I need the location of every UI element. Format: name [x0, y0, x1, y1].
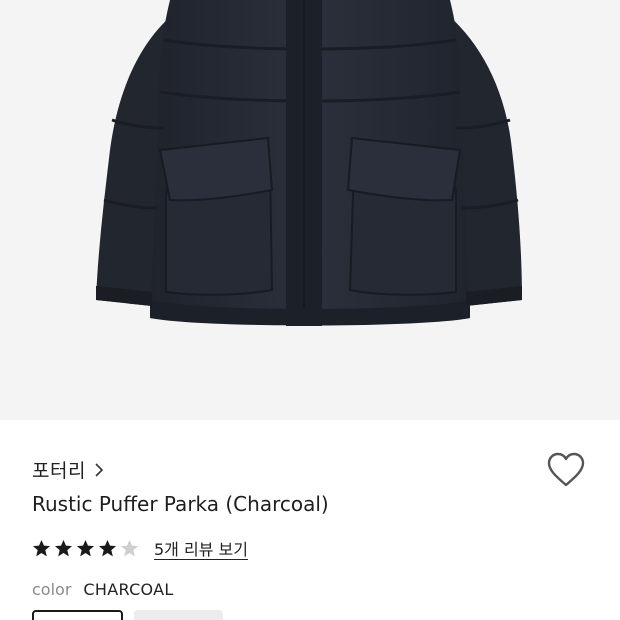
color-label: color	[32, 580, 72, 599]
star-filled-icon	[54, 539, 73, 556]
star-filled-icon	[32, 539, 51, 556]
brand-name: 포터리	[32, 460, 86, 482]
heart-outline-icon[interactable]	[546, 452, 586, 488]
rating-row: 5개 리뷰 보기	[32, 536, 248, 560]
jacket-illustration	[96, 0, 522, 326]
brand-link[interactable]: 포터리	[32, 456, 104, 483]
star-empty-icon	[120, 539, 139, 556]
chevron-right-icon	[95, 462, 104, 477]
color-value: CHARCOAL	[83, 580, 174, 599]
product-info: 포터리 Rustic Puffer Parka (Charcoal) 5개 리뷰…	[0, 420, 620, 620]
color-swatch[interactable]	[134, 610, 223, 620]
star-filled-icon	[98, 539, 117, 556]
review-link[interactable]: 5개 리뷰 보기	[154, 536, 248, 560]
rating-stars	[32, 539, 142, 558]
star-filled-icon	[76, 539, 95, 556]
product-image[interactable]	[0, 0, 620, 420]
color-swatch-selected[interactable]	[32, 610, 123, 620]
product-title: Rustic Puffer Parka (Charcoal)	[32, 492, 329, 516]
color-row: color CHARCOAL	[32, 580, 174, 599]
